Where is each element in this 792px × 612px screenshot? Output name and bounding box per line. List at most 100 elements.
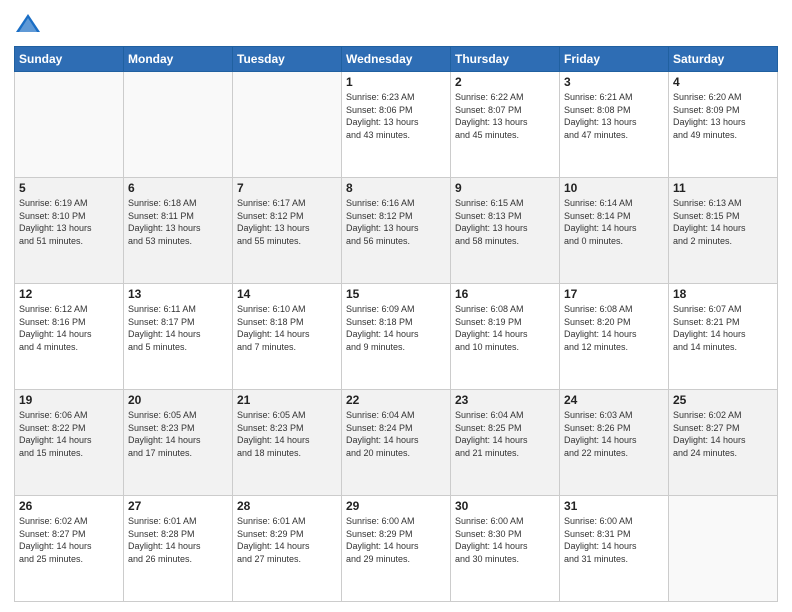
calendar-cell: 18 Sunrise: 6:07 AM Sunset: 8:21 PM Dayli… (669, 284, 778, 390)
day-info: Sunrise: 6:02 AM Sunset: 8:27 PM Dayligh… (673, 409, 773, 459)
calendar-cell: 11Sunrise: 6:13 AM Sunset: 8:15 PM Dayli… (669, 178, 778, 284)
page: SundayMondayTuesdayWednesdayThursdayFrid… (0, 0, 792, 612)
day-number: 25 (673, 393, 773, 407)
day-info: Sunrise: 6:11 AM Sunset: 8:17 PM Dayligh… (128, 303, 228, 353)
calendar-week-5: 26 Sunrise: 6:02 AM Sunset: 8:27 PM Dayli… (15, 496, 778, 602)
calendar-cell: 25 Sunrise: 6:02 AM Sunset: 8:27 PM Dayli… (669, 390, 778, 496)
day-number: 23 (455, 393, 555, 407)
day-number: 30 (455, 499, 555, 513)
weekday-wednesday: Wednesday (342, 47, 451, 72)
calendar-cell (15, 72, 124, 178)
calendar-cell: 23 Sunrise: 6:04 AM Sunset: 8:25 PM Dayli… (451, 390, 560, 496)
day-info: Sunrise: 6:19 AM Sunset: 8:10 PM Dayligh… (19, 197, 119, 247)
day-number: 24 (564, 393, 664, 407)
day-number: 20 (128, 393, 228, 407)
day-info: Sunrise: 6:01 AM Sunset: 8:28 PM Dayligh… (128, 515, 228, 565)
calendar-cell: 6 Sunrise: 6:18 AM Sunset: 8:11 PM Daylig… (124, 178, 233, 284)
day-number: 4 (673, 75, 773, 89)
calendar-cell: 1 Sunrise: 6:23 AM Sunset: 8:06 PM Daylig… (342, 72, 451, 178)
calendar-week-3: 12 Sunrise: 6:12 AM Sunset: 8:16 PM Dayli… (15, 284, 778, 390)
day-number: 1 (346, 75, 446, 89)
calendar-cell: 10 Sunrise: 6:14 AM Sunset: 8:14 PM Dayli… (560, 178, 669, 284)
day-number: 31 (564, 499, 664, 513)
calendar-cell: 3Sunrise: 6:21 AM Sunset: 8:08 PM Daylig… (560, 72, 669, 178)
calendar-cell: 15Sunrise: 6:09 AM Sunset: 8:18 PM Dayli… (342, 284, 451, 390)
weekday-monday: Monday (124, 47, 233, 72)
logo-icon (14, 10, 42, 38)
day-info: Sunrise: 6:00 AM Sunset: 8:30 PM Dayligh… (455, 515, 555, 565)
calendar-cell: 27 Sunrise: 6:01 AM Sunset: 8:28 PM Dayli… (124, 496, 233, 602)
day-info: Sunrise: 6:01 AM Sunset: 8:29 PM Dayligh… (237, 515, 337, 565)
day-info: Sunrise: 6:14 AM Sunset: 8:14 PM Dayligh… (564, 197, 664, 247)
calendar-week-1: 1 Sunrise: 6:23 AM Sunset: 8:06 PM Daylig… (15, 72, 778, 178)
day-number: 17 (564, 287, 664, 301)
day-number: 6 (128, 181, 228, 195)
day-info: Sunrise: 6:09 AM Sunset: 8:18 PM Dayligh… (346, 303, 446, 353)
calendar-cell: 9Sunrise: 6:15 AM Sunset: 8:13 PM Daylig… (451, 178, 560, 284)
calendar-cell: 22Sunrise: 6:04 AM Sunset: 8:24 PM Dayli… (342, 390, 451, 496)
weekday-saturday: Saturday (669, 47, 778, 72)
day-number: 10 (564, 181, 664, 195)
day-info: Sunrise: 6:06 AM Sunset: 8:22 PM Dayligh… (19, 409, 119, 459)
logo (14, 10, 46, 38)
day-number: 2 (455, 75, 555, 89)
calendar-cell (669, 496, 778, 602)
day-number: 27 (128, 499, 228, 513)
day-number: 13 (128, 287, 228, 301)
day-info: Sunrise: 6:03 AM Sunset: 8:26 PM Dayligh… (564, 409, 664, 459)
day-info: Sunrise: 6:02 AM Sunset: 8:27 PM Dayligh… (19, 515, 119, 565)
header (14, 10, 778, 38)
day-info: Sunrise: 6:10 AM Sunset: 8:18 PM Dayligh… (237, 303, 337, 353)
calendar-cell: 26 Sunrise: 6:02 AM Sunset: 8:27 PM Dayli… (15, 496, 124, 602)
calendar-cell: 14 Sunrise: 6:10 AM Sunset: 8:18 PM Dayli… (233, 284, 342, 390)
day-info: Sunrise: 6:20 AM Sunset: 8:09 PM Dayligh… (673, 91, 773, 141)
calendar-cell: 13 Sunrise: 6:11 AM Sunset: 8:17 PM Dayli… (124, 284, 233, 390)
calendar-cell: 12 Sunrise: 6:12 AM Sunset: 8:16 PM Dayli… (15, 284, 124, 390)
calendar-cell: 2Sunrise: 6:22 AM Sunset: 8:07 PM Daylig… (451, 72, 560, 178)
day-number: 21 (237, 393, 337, 407)
weekday-friday: Friday (560, 47, 669, 72)
day-info: Sunrise: 6:07 AM Sunset: 8:21 PM Dayligh… (673, 303, 773, 353)
calendar-cell: 20 Sunrise: 6:05 AM Sunset: 8:23 PM Dayli… (124, 390, 233, 496)
day-number: 8 (346, 181, 446, 195)
day-number: 12 (19, 287, 119, 301)
calendar-cell: 24 Sunrise: 6:03 AM Sunset: 8:26 PM Dayli… (560, 390, 669, 496)
calendar-cell: 28 Sunrise: 6:01 AM Sunset: 8:29 PM Dayli… (233, 496, 342, 602)
weekday-header-row: SundayMondayTuesdayWednesdayThursdayFrid… (15, 47, 778, 72)
day-info: Sunrise: 6:23 AM Sunset: 8:06 PM Dayligh… (346, 91, 446, 141)
calendar-cell (124, 72, 233, 178)
day-number: 5 (19, 181, 119, 195)
day-info: Sunrise: 6:00 AM Sunset: 8:31 PM Dayligh… (564, 515, 664, 565)
weekday-sunday: Sunday (15, 47, 124, 72)
calendar-cell: 30 Sunrise: 6:00 AM Sunset: 8:30 PM Dayli… (451, 496, 560, 602)
day-info: Sunrise: 6:12 AM Sunset: 8:16 PM Dayligh… (19, 303, 119, 353)
day-number: 9 (455, 181, 555, 195)
day-info: Sunrise: 6:08 AM Sunset: 8:20 PM Dayligh… (564, 303, 664, 353)
calendar-cell: 7 Sunrise: 6:17 AM Sunset: 8:12 PM Daylig… (233, 178, 342, 284)
day-info: Sunrise: 6:17 AM Sunset: 8:12 PM Dayligh… (237, 197, 337, 247)
day-number: 28 (237, 499, 337, 513)
calendar-cell: 21 Sunrise: 6:05 AM Sunset: 8:23 PM Dayli… (233, 390, 342, 496)
day-info: Sunrise: 6:16 AM Sunset: 8:12 PM Dayligh… (346, 197, 446, 247)
day-info: Sunrise: 6:18 AM Sunset: 8:11 PM Dayligh… (128, 197, 228, 247)
day-info: Sunrise: 6:05 AM Sunset: 8:23 PM Dayligh… (237, 409, 337, 459)
day-number: 18 (673, 287, 773, 301)
day-info: Sunrise: 6:04 AM Sunset: 8:25 PM Dayligh… (455, 409, 555, 459)
day-info: Sunrise: 6:21 AM Sunset: 8:08 PM Dayligh… (564, 91, 664, 141)
weekday-tuesday: Tuesday (233, 47, 342, 72)
day-number: 7 (237, 181, 337, 195)
day-number: 16 (455, 287, 555, 301)
day-number: 22 (346, 393, 446, 407)
day-info: Sunrise: 6:13 AM Sunset: 8:15 PM Dayligh… (673, 197, 773, 247)
calendar-cell: 17 Sunrise: 6:08 AM Sunset: 8:20 PM Dayli… (560, 284, 669, 390)
calendar-cell: 29Sunrise: 6:00 AM Sunset: 8:29 PM Dayli… (342, 496, 451, 602)
day-number: 26 (19, 499, 119, 513)
day-number: 29 (346, 499, 446, 513)
calendar-cell: 5 Sunrise: 6:19 AM Sunset: 8:10 PM Daylig… (15, 178, 124, 284)
calendar-cell: 4 Sunrise: 6:20 AM Sunset: 8:09 PM Daylig… (669, 72, 778, 178)
day-number: 14 (237, 287, 337, 301)
day-info: Sunrise: 6:05 AM Sunset: 8:23 PM Dayligh… (128, 409, 228, 459)
calendar-table: SundayMondayTuesdayWednesdayThursdayFrid… (14, 46, 778, 602)
calendar-cell: 31 Sunrise: 6:00 AM Sunset: 8:31 PM Dayli… (560, 496, 669, 602)
calendar-cell: 8 Sunrise: 6:16 AM Sunset: 8:12 PM Daylig… (342, 178, 451, 284)
